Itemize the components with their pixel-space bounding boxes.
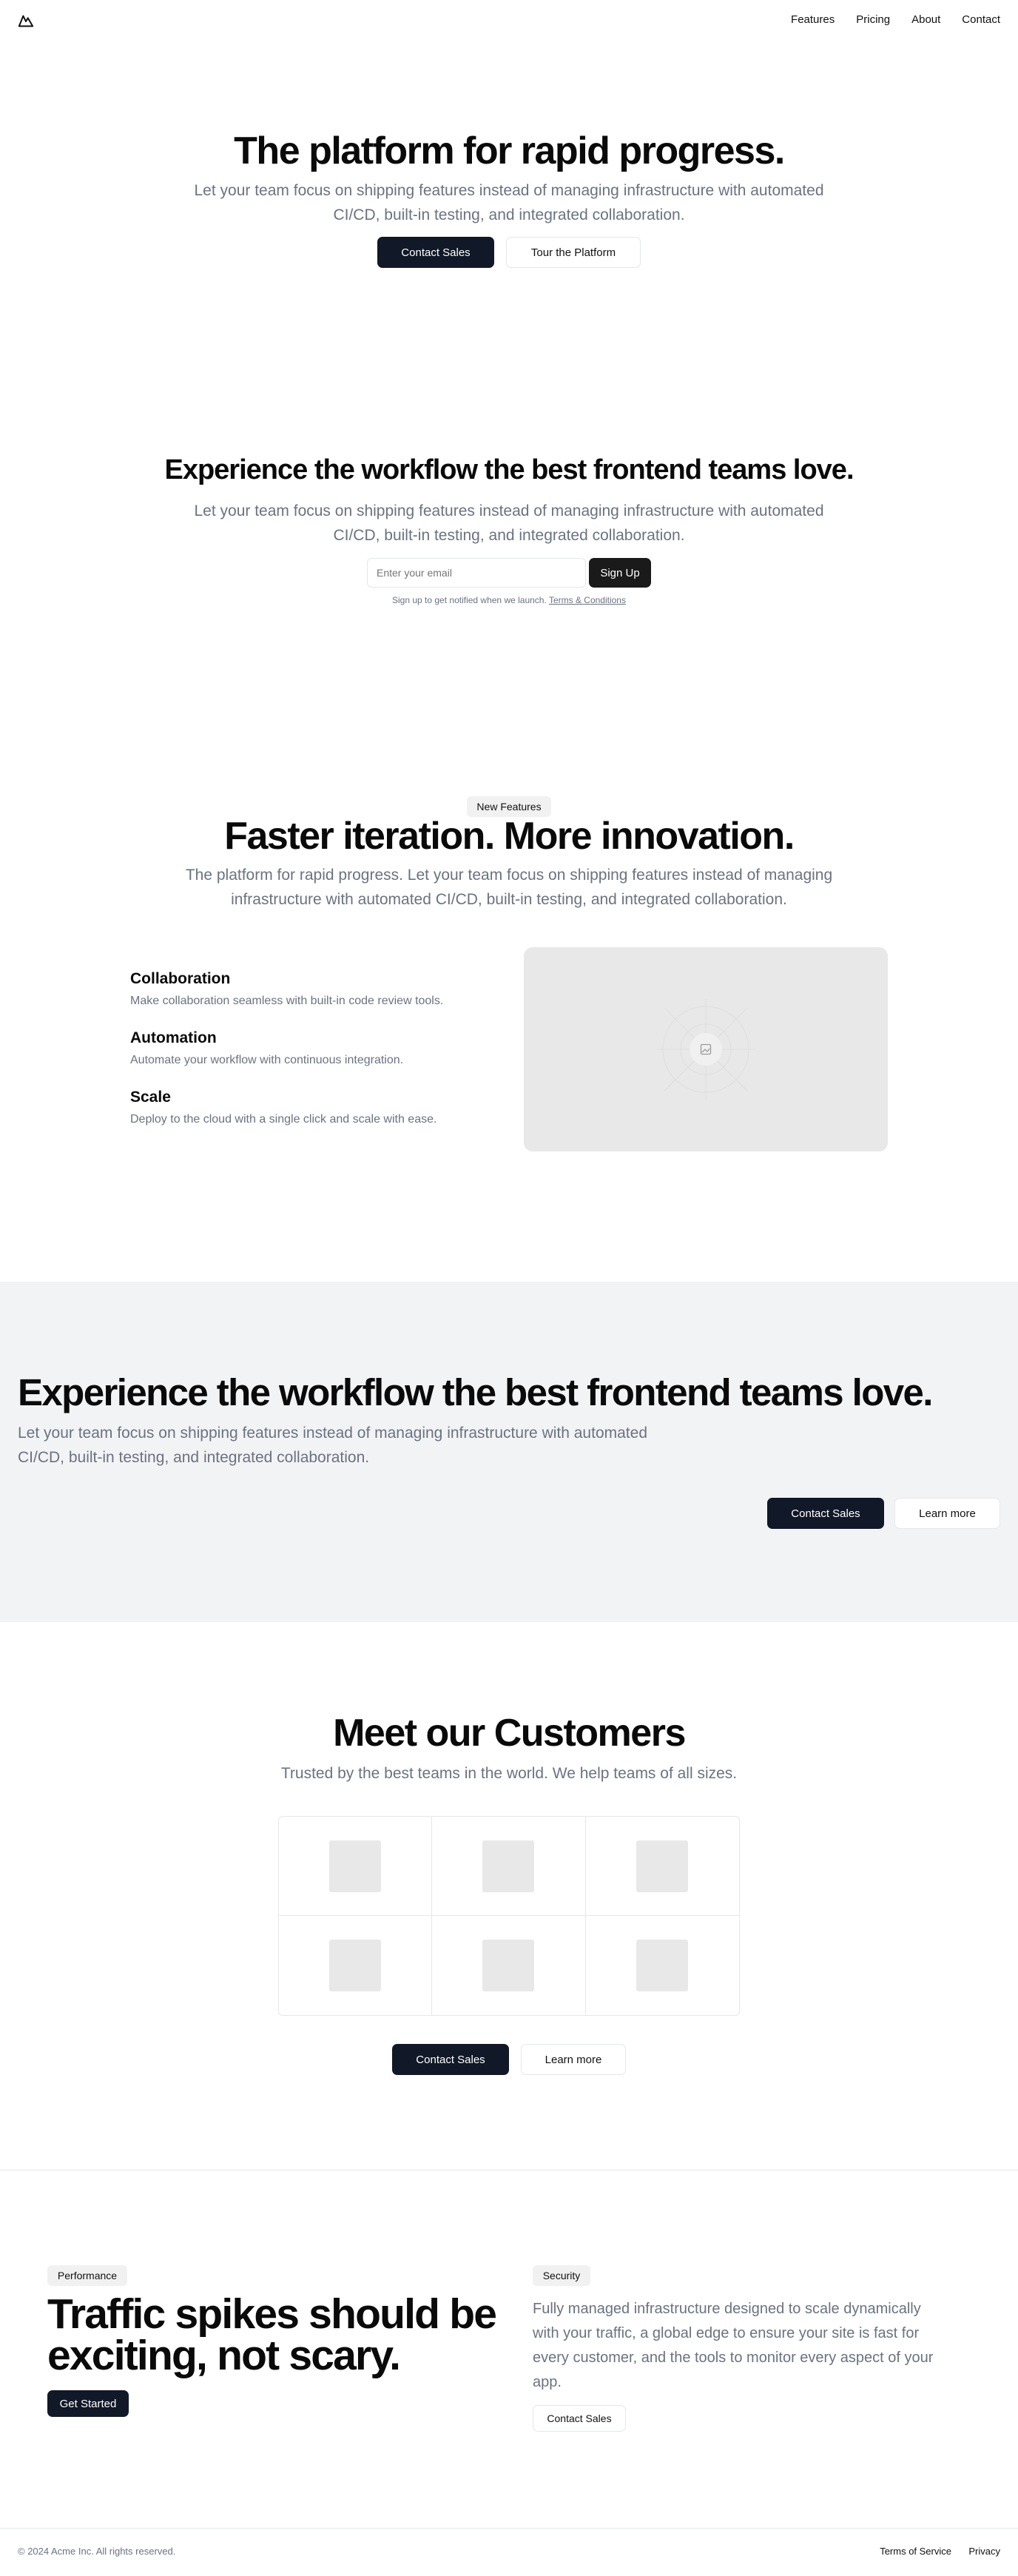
customer-logo-cell bbox=[432, 1817, 586, 1916]
security-contact-sales-button[interactable]: Contact Sales bbox=[533, 2405, 626, 2432]
customers-title: Meet our Customers bbox=[333, 1712, 686, 1755]
nav-pricing[interactable]: Pricing bbox=[856, 13, 890, 26]
customer-logo-placeholder bbox=[329, 1840, 382, 1892]
security-desc-line2: with your traffic, a global edge to ensu… bbox=[533, 2325, 920, 2341]
cta-band-subtitle-line1: Let your team focus on shipping features… bbox=[18, 1425, 647, 1442]
feature-scale-title: Scale bbox=[130, 1089, 171, 1106]
feature-image-placeholder bbox=[524, 947, 888, 1151]
site-header: Features Pricing About Contact bbox=[0, 0, 1018, 41]
terms-conditions-link[interactable]: Terms & Conditions bbox=[549, 595, 626, 605]
sign-up-button[interactable]: Sign Up bbox=[589, 558, 651, 588]
customers-subtitle: Trusted by the best teams in the world. … bbox=[280, 1765, 738, 1782]
footer-copyright: © 2024 Acme Inc. All rights reserved. bbox=[18, 2546, 176, 2557]
security-desc-line3: every customer, and the tools to monitor… bbox=[533, 2350, 934, 2366]
customers-learn-more-button[interactable]: Learn more bbox=[521, 2044, 626, 2075]
feature-scale-desc: Deploy to the cloud with a single click … bbox=[130, 1113, 437, 1126]
nav-about[interactable]: About bbox=[911, 13, 940, 26]
signup-subtitle-line2: CI/CD, built-in testing, and integrated … bbox=[333, 527, 685, 544]
email-input[interactable] bbox=[367, 558, 586, 588]
customer-logo-placeholder bbox=[482, 1840, 535, 1892]
features-title: Faster iteration. More innovation. bbox=[224, 815, 795, 858]
customer-logo-placeholder bbox=[329, 1940, 382, 1991]
cta-band-contact-sales-button[interactable]: Contact Sales bbox=[767, 1498, 884, 1529]
hero-subtitle-line2: CI/CD, built-in testing, and integrated … bbox=[333, 206, 685, 223]
feature-automation-title: Automation bbox=[130, 1029, 217, 1046]
security-desc-line1: Fully managed infrastructure designed to… bbox=[533, 2301, 921, 2317]
security-badge: Security bbox=[533, 2265, 590, 2286]
customer-logo-placeholder bbox=[636, 1940, 689, 1991]
signup-note: Sign up to get notified when we launch. … bbox=[0, 595, 1018, 605]
hero-title: The platform for rapid progress. bbox=[234, 130, 785, 172]
performance-title-line1: Traffic spikes should be bbox=[47, 2290, 497, 2338]
signup-subtitle-line1: Let your team focus on shipping features… bbox=[194, 502, 824, 519]
feature-automation-desc: Automate your workflow with continuous i… bbox=[130, 1054, 404, 1066]
cta-band-title: Experience the workflow the best fronten… bbox=[18, 1371, 933, 1413]
customers-contact-sales-button[interactable]: Contact Sales bbox=[392, 2044, 509, 2075]
customer-logo-placeholder bbox=[482, 1940, 535, 1991]
features-subtitle-line2: infrastructure with automated CI/CD, bui… bbox=[231, 891, 787, 908]
performance-title-line2: exciting, not scary. bbox=[47, 2332, 401, 2379]
signup-title: Experience the workflow the best fronten… bbox=[164, 454, 854, 485]
customer-logo-cell bbox=[586, 1916, 739, 2015]
customer-logo-cell bbox=[279, 1817, 433, 1916]
security-desc-line4: app. bbox=[533, 2374, 562, 2390]
performance-badge: Performance bbox=[47, 2265, 127, 2286]
main-nav: Features Pricing About Contact bbox=[791, 13, 1000, 26]
hero-tour-platform-button[interactable]: Tour the Platform bbox=[506, 237, 641, 268]
signup-note-text: Sign up to get notified when we launch. bbox=[392, 595, 547, 605]
customer-logo-grid bbox=[278, 1816, 740, 2016]
footer-privacy-link[interactable]: Privacy bbox=[968, 2546, 1000, 2557]
hero-subtitle-line1: Let your team focus on shipping features… bbox=[194, 182, 824, 199]
features-subtitle-line1: The platform for rapid progress. Let you… bbox=[185, 867, 833, 884]
hero-contact-sales-button[interactable]: Contact Sales bbox=[377, 237, 494, 268]
nav-contact[interactable]: Contact bbox=[962, 13, 1000, 26]
image-placeholder-icon bbox=[700, 1043, 712, 1055]
nav-features[interactable]: Features bbox=[791, 13, 835, 26]
cta-band-learn-more-button[interactable]: Learn more bbox=[894, 1498, 1000, 1529]
customer-logo-cell bbox=[585, 1817, 739, 1916]
feature-collaboration-desc: Make collaboration seamless with built-i… bbox=[130, 995, 444, 1007]
customer-logo-cell bbox=[279, 1916, 433, 2015]
customer-logo-placeholder bbox=[636, 1840, 689, 1892]
mountain-logo-icon[interactable] bbox=[18, 13, 34, 29]
feature-collaboration-title: Collaboration bbox=[130, 970, 231, 987]
get-started-button[interactable]: Get Started bbox=[47, 2390, 129, 2417]
customer-logo-cell bbox=[432, 1916, 586, 2015]
footer-divider bbox=[0, 2528, 1018, 2529]
cta-band-subtitle-line2: CI/CD, built-in testing, and integrated … bbox=[18, 1449, 370, 1466]
footer-terms-link[interactable]: Terms of Service bbox=[880, 2546, 951, 2557]
